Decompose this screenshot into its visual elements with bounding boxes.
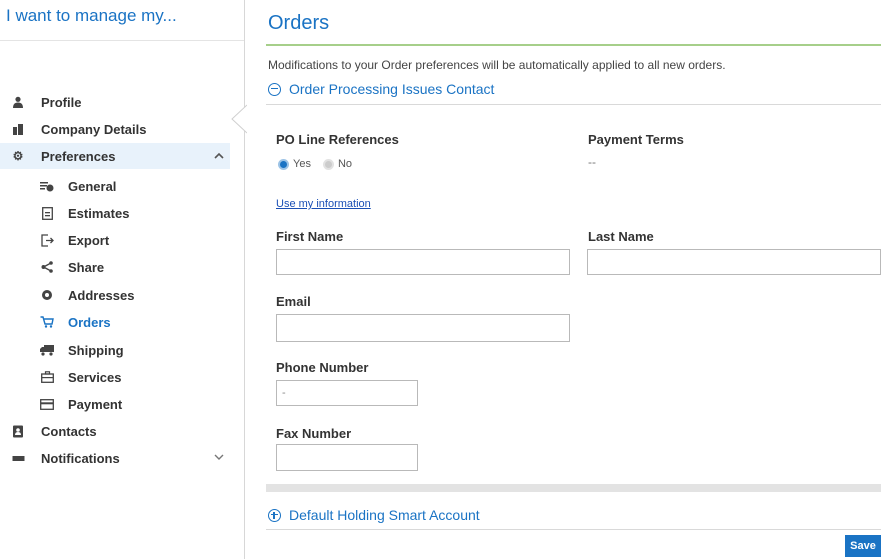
fax-number-label: Fax Number: [276, 426, 352, 441]
sidebar-item-label: Share: [68, 259, 105, 275]
po-no-label: No: [337, 158, 353, 170]
sidebar-item-general[interactable]: General: [0, 173, 230, 199]
sidebar-item-label: General: [68, 178, 117, 194]
chevron-down-icon[interactable]: [214, 452, 224, 464]
fax-number-field[interactable]: [276, 444, 418, 471]
sidebar-item-shipping[interactable]: Shipping: [0, 337, 230, 363]
sidebar-item-addresses[interactable]: Addresses: [0, 282, 230, 308]
location-icon: [40, 288, 54, 302]
po-yes-label: Yes: [293, 158, 311, 170]
payment-terms-value: --: [588, 155, 596, 169]
po-no-option[interactable]: No: [322, 158, 353, 170]
sidebar-item-payment[interactable]: Payment: [0, 391, 230, 417]
sidebar-item-label: Shipping: [68, 342, 124, 358]
sidebar-item-orders[interactable]: Orders: [0, 309, 230, 335]
sidebar: I want to manage my... Profile Company D…: [0, 0, 247, 559]
radio-selected[interactable]: [278, 158, 289, 170]
email-field[interactable]: [276, 314, 570, 342]
share-icon: [40, 260, 54, 274]
last-name-label: Last Name: [588, 229, 654, 244]
card-icon: [40, 397, 54, 411]
estimate-doc-icon: [40, 206, 54, 220]
building-icon: [11, 122, 25, 136]
address-book-icon: [11, 424, 25, 438]
sidebar-item-notifications[interactable]: Notifications: [0, 445, 230, 471]
sidebar-item-contacts[interactable]: Contacts: [0, 418, 230, 444]
email-label: Email: [276, 294, 311, 309]
page-title: Orders: [268, 12, 330, 34]
sidebar-item-label: Contacts: [41, 423, 97, 439]
payment-terms-label: Payment Terms: [588, 132, 684, 147]
sidebar-item-label: Profile: [41, 94, 82, 110]
first-name-label: First Name: [276, 229, 344, 244]
truck-icon: [40, 343, 54, 357]
sidebar-item-profile[interactable]: Profile: [0, 89, 230, 115]
intro-text: Modifications to your Order preferences …: [268, 58, 726, 72]
sidebar-item-label: Preferences: [41, 148, 116, 164]
title-divider: [266, 44, 881, 46]
last-name-field[interactable]: [587, 249, 881, 275]
collapse-icon: [268, 82, 281, 96]
sidebar-item-label: Company Details: [41, 121, 147, 137]
chat-icon: [11, 451, 25, 465]
section-divider: [266, 529, 881, 530]
sidebar-item-export[interactable]: Export: [0, 227, 230, 253]
section-separator: [266, 484, 881, 492]
briefcase-icon: [40, 370, 54, 384]
sidebar-item-label: Services: [68, 369, 122, 385]
main-content: Orders Modifications to your Order prefe…: [266, 0, 881, 559]
sidebar-item-preferences[interactable]: ⚙ Preferences: [0, 143, 230, 169]
export-icon: [40, 233, 54, 247]
active-pointer: [231, 104, 247, 134]
sidebar-item-label: Addresses: [68, 287, 135, 303]
sidebar-item-label: Orders: [68, 314, 111, 330]
expand-icon: [268, 508, 281, 522]
chevron-up-icon[interactable]: [214, 150, 224, 162]
use-my-information-link[interactable]: Use my information: [276, 198, 371, 210]
person-icon: [11, 95, 25, 109]
po-yes-option[interactable]: Yes: [278, 158, 311, 170]
sidebar-item-services[interactable]: Services: [0, 364, 230, 390]
section-order-processing-contact[interactable]: Order Processing Issues Contact: [268, 81, 494, 97]
po-line-references-label: PO Line References: [276, 132, 399, 147]
sidebar-item-estimates[interactable]: Estimates: [0, 200, 230, 226]
po-line-references-radio-group: Yes No: [278, 158, 364, 170]
section-divider: [266, 104, 881, 105]
first-name-field[interactable]: [276, 249, 570, 275]
phone-number-field[interactable]: [276, 380, 418, 406]
sidebar-title: I want to manage my...: [0, 0, 244, 41]
sidebar-item-company-details[interactable]: Company Details: [0, 116, 230, 142]
gear-icon: ⚙: [12, 149, 24, 163]
section-title: Order Processing Issues Contact: [289, 81, 495, 97]
sidebar-item-label: Estimates: [68, 205, 130, 221]
section-default-holding-smart-account[interactable]: Default Holding Smart Account: [268, 507, 480, 523]
phone-number-label: Phone Number: [276, 360, 369, 375]
sidebar-item-label: Export: [68, 232, 110, 248]
cart-icon: [40, 315, 54, 329]
section-title: Default Holding Smart Account: [289, 507, 480, 523]
sidebar-item-share[interactable]: Share: [0, 254, 230, 280]
radio-unselected[interactable]: [322, 158, 334, 170]
sidebar-item-label: Payment: [68, 396, 123, 412]
general-settings-icon: [40, 179, 54, 193]
sidebar-item-label: Notifications: [41, 450, 120, 466]
save-button[interactable]: Save: [845, 535, 881, 557]
